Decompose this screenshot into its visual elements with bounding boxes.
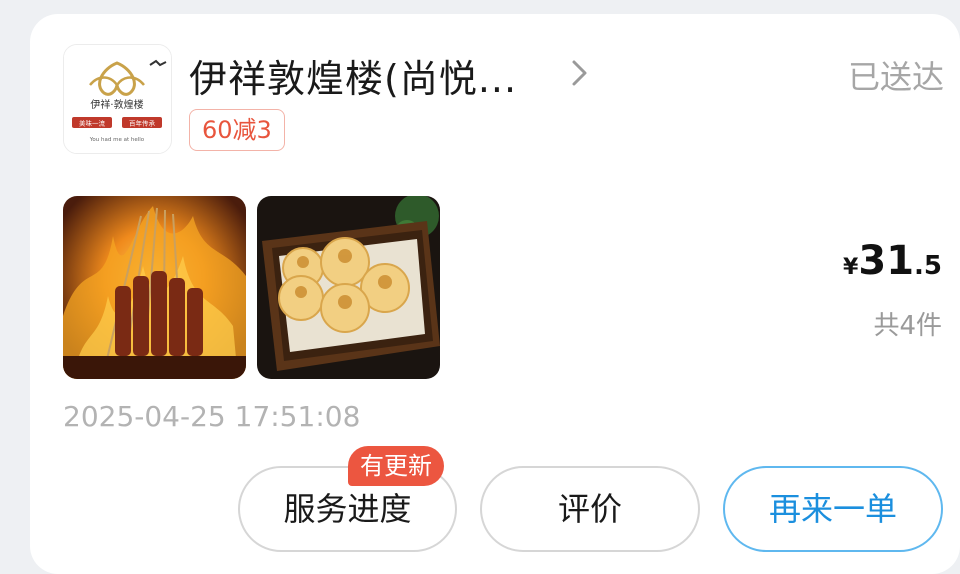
price-decimal: .5 xyxy=(914,251,942,281)
pan-fried-buns-photo xyxy=(257,196,440,379)
order-status: 已送达 xyxy=(847,58,944,96)
store-logo-graphic: 伊祥·敦煌楼 美味一流 百年传承 You had me at hello xyxy=(64,45,171,153)
review-button[interactable]: 评价 xyxy=(480,466,700,552)
order-price: ¥31.5 xyxy=(843,238,942,284)
chevron-right-icon[interactable] xyxy=(566,58,592,88)
reorder-button[interactable]: 再来一单 xyxy=(723,466,943,552)
logo-brand-text: 伊祥·敦煌楼 xyxy=(90,98,143,111)
update-badge: 有更新 xyxy=(348,446,444,486)
promo-tag: 60减3 xyxy=(189,109,285,151)
logo-tag-left: 美味一流 xyxy=(79,119,106,128)
item-thumbnail-buns[interactable] xyxy=(257,196,440,379)
item-thumbnail-skewers[interactable] xyxy=(63,196,246,379)
price-integer: 31 xyxy=(858,238,915,284)
price-currency: ¥ xyxy=(843,255,859,280)
grilled-skewers-photo xyxy=(63,196,246,379)
logo-tag-right: 百年传承 xyxy=(129,119,156,128)
logo-slogan: You had me at hello xyxy=(89,137,145,143)
item-count: 共4件 xyxy=(873,311,942,341)
store-name[interactable]: 伊祥敦煌楼(尚悦... xyxy=(189,48,517,103)
store-logo[interactable]: 伊祥·敦煌楼 美味一流 百年传承 You had me at hello xyxy=(63,44,172,154)
order-datetime: 2025-04-25 17:51:08 xyxy=(63,400,361,433)
